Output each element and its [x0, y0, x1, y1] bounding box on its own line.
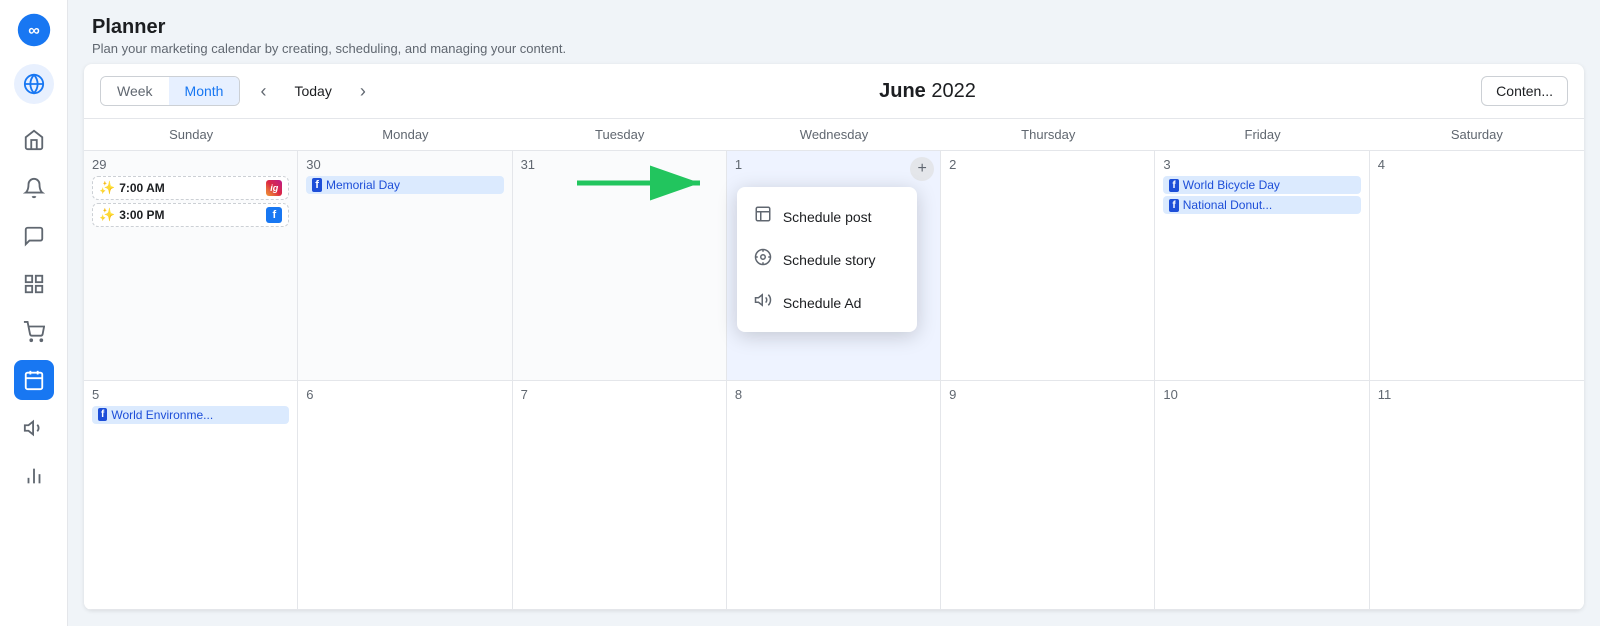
day-number: 7	[521, 387, 718, 402]
cell-may-31: 31	[513, 151, 727, 380]
cell-may-29: 29 ✨ 7:00 AM ig ✨ 3:00 PM f	[84, 151, 298, 380]
week-2: 5 f World Environme... 6 7 8	[84, 381, 1584, 611]
header-monday: Monday	[298, 119, 512, 150]
event-fb-icon3: f	[98, 408, 107, 421]
sidebar-messages[interactable]	[14, 216, 54, 256]
event-donut-day[interactable]: f National Donut...	[1163, 196, 1360, 214]
cell-jun-2: 2	[941, 151, 1155, 380]
event-memorial-day[interactable]: f Memorial Day	[306, 176, 503, 194]
schedule-ad-icon	[753, 291, 773, 314]
calendar: Week Month ‹ Today › June 2022 Conten...…	[84, 64, 1584, 610]
calendar-toolbar: Week Month ‹ Today › June 2022 Conten...	[84, 64, 1584, 119]
event-environment-day[interactable]: f World Environme...	[92, 406, 289, 424]
day-number: 1	[735, 157, 932, 172]
day-number: 2	[949, 157, 1146, 172]
week-view-button[interactable]: Week	[101, 77, 169, 105]
event-fb-icon: f	[1169, 179, 1178, 192]
sidebar-shop[interactable]	[14, 312, 54, 352]
meta-logo: ∞	[16, 12, 52, 48]
day-number: 6	[306, 387, 503, 402]
event-fb-icon2: f	[1169, 199, 1178, 212]
cell-jun-7: 7	[513, 381, 727, 610]
day-number: 3	[1163, 157, 1360, 172]
cell-jun-3: 3 f World Bicycle Day f National Donut..…	[1155, 151, 1369, 380]
event-bicycle-day[interactable]: f World Bicycle Day	[1163, 176, 1360, 194]
schedule-post-item[interactable]: Schedule post	[737, 195, 917, 238]
header-sunday: Sunday	[84, 119, 298, 150]
content-button[interactable]: Conten...	[1481, 76, 1568, 106]
header-wednesday: Wednesday	[727, 119, 941, 150]
month-title: June 2022	[386, 80, 1469, 103]
page-subtitle: Plan your marketing calendar by creating…	[92, 41, 1576, 56]
sidebar-ads[interactable]	[14, 408, 54, 448]
header-tuesday: Tuesday	[513, 119, 727, 150]
event-700am[interactable]: ✨ 7:00 AM ig	[92, 176, 289, 200]
cell-jun-8: 8	[727, 381, 941, 610]
sidebar-content[interactable]	[14, 264, 54, 304]
next-button[interactable]: ›	[352, 77, 374, 106]
cell-jun-10: 10	[1155, 381, 1369, 610]
day-number: 9	[949, 387, 1146, 402]
day-number: 29	[92, 157, 289, 172]
calendar-weeks: 29 ✨ 7:00 AM ig ✨ 3:00 PM f 30	[84, 151, 1584, 610]
page-title: Planner	[92, 16, 1576, 39]
globe-button[interactable]	[14, 64, 54, 104]
today-button[interactable]: Today	[286, 77, 339, 105]
month-view-button[interactable]: Month	[169, 77, 240, 105]
day-number: 31	[521, 157, 718, 172]
main-content: Planner Plan your marketing calendar by …	[68, 0, 1600, 626]
cell-jun-4: 4	[1370, 151, 1584, 380]
sidebar-notifications[interactable]	[14, 168, 54, 208]
sidebar-home[interactable]	[14, 120, 54, 160]
cell-jun-9: 9	[941, 381, 1155, 610]
day-number: 30	[306, 157, 503, 172]
add-event-button[interactable]: +	[910, 157, 934, 181]
schedule-story-icon	[753, 248, 773, 271]
schedule-post-icon	[753, 205, 773, 228]
day-number: 5	[92, 387, 289, 402]
header-friday: Friday	[1155, 119, 1369, 150]
schedule-ad-item[interactable]: Schedule Ad	[737, 281, 917, 324]
event-icon: f	[312, 178, 322, 192]
svg-text:∞: ∞	[28, 21, 40, 39]
sidebar: ∞	[0, 0, 68, 626]
schedule-story-item[interactable]: Schedule story	[737, 238, 917, 281]
cell-jun-6: 6	[298, 381, 512, 610]
day-number: 8	[735, 387, 932, 402]
day-headers: Sunday Monday Tuesday Wednesday Thursday…	[84, 119, 1584, 151]
instagram-icon: ig	[266, 180, 282, 196]
cell-jun-5: 5 f World Environme...	[84, 381, 298, 610]
sidebar-analytics[interactable]	[14, 456, 54, 496]
page-header: Planner Plan your marketing calendar by …	[68, 0, 1600, 64]
sidebar-planner[interactable]	[14, 360, 54, 400]
cell-jun-1: 1 +	[727, 151, 941, 380]
day-number: 4	[1378, 157, 1576, 172]
cell-may-30: 30 f Memorial Day	[298, 151, 512, 380]
event-300pm[interactable]: ✨ 3:00 PM f	[92, 203, 289, 227]
day-number: 11	[1378, 387, 1576, 402]
view-toggle: Week Month	[100, 76, 240, 106]
dropdown-menu: Schedule post Schedule story	[737, 187, 917, 332]
day-number: 10	[1163, 387, 1360, 402]
cell-jun-11: 11	[1370, 381, 1584, 610]
header-saturday: Saturday	[1370, 119, 1584, 150]
header-thursday: Thursday	[941, 119, 1155, 150]
prev-button[interactable]: ‹	[252, 77, 274, 106]
week-1: 29 ✨ 7:00 AM ig ✨ 3:00 PM f 30	[84, 151, 1584, 381]
facebook-icon: f	[266, 207, 282, 223]
